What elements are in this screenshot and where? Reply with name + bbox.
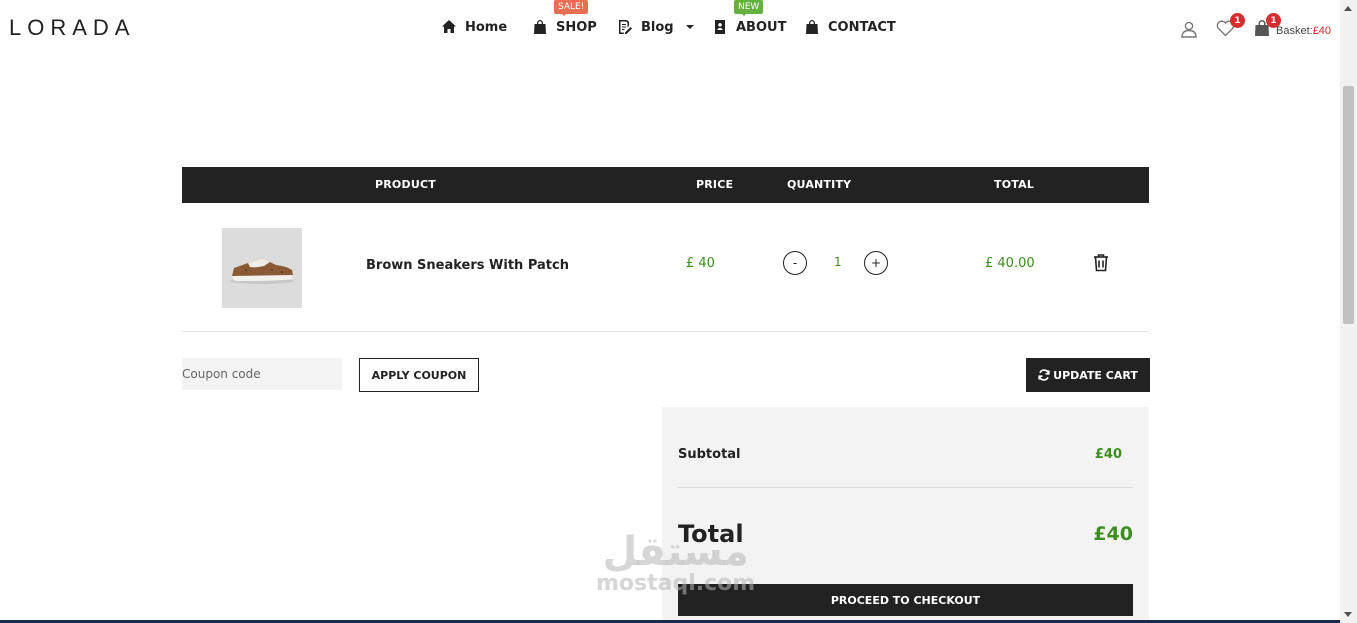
home-icon bbox=[442, 20, 456, 33]
nav-blog-label: Blog bbox=[641, 19, 674, 35]
new-badge: NEW bbox=[734, 0, 764, 16]
column-price: PRICE bbox=[696, 178, 734, 191]
product-thumbnail[interactable] bbox=[222, 228, 302, 308]
subtotal-label: Subtotal bbox=[678, 447, 741, 462]
scroll-up-arrow-icon[interactable] bbox=[1344, 6, 1352, 11]
user-icon bbox=[1181, 21, 1197, 38]
account-button[interactable] bbox=[1180, 20, 1198, 42]
product-name[interactable]: Brown Sneakers With Patch bbox=[366, 258, 569, 273]
wishlist-button[interactable]: 1 bbox=[1216, 13, 1245, 41]
page-scrollbar[interactable] bbox=[1340, 0, 1357, 623]
sale-badge: SALE! bbox=[554, 0, 589, 16]
scroll-down-arrow-icon[interactable] bbox=[1344, 612, 1352, 617]
update-cart-button[interactable]: UPDATE CART bbox=[1026, 358, 1150, 392]
nav-about[interactable]: NEW ABOUT bbox=[712, 0, 787, 35]
nav-home-label: Home bbox=[465, 19, 508, 35]
proceed-to-checkout-button[interactable]: PROCEED TO CHECKOUT bbox=[678, 584, 1133, 616]
blog-edit-icon bbox=[619, 20, 632, 34]
product-price: £ 40 bbox=[686, 256, 715, 271]
total-label: Total bbox=[678, 520, 744, 548]
basket-amount: £40 bbox=[1312, 25, 1332, 37]
update-cart-label: UPDATE CART bbox=[1053, 368, 1138, 382]
sneaker-image bbox=[230, 258, 294, 284]
nav-blog[interactable]: Blog bbox=[617, 19, 694, 35]
column-product: PRODUCT bbox=[375, 178, 436, 191]
chevron-down-icon bbox=[685, 25, 694, 29]
cart-item-row: Brown Sneakers With Patch £ 40 - 1 + £ 4… bbox=[182, 203, 1149, 332]
nav-shop[interactable]: SALE! SHOP bbox=[532, 0, 597, 35]
totals-divider bbox=[678, 487, 1133, 488]
basket-summary[interactable]: Basket:£40 bbox=[1276, 25, 1331, 37]
quantity-value[interactable]: 1 bbox=[834, 255, 842, 269]
quantity-decrease-button[interactable]: - bbox=[783, 251, 807, 275]
main-nav: Home SALE! SHOP Blog NEW ABOUT CONTACT bbox=[0, 0, 1357, 56]
nav-about-label: ABOUT bbox=[736, 19, 787, 35]
subtotal-value: £40 bbox=[1094, 447, 1122, 462]
basket-label: Basket: bbox=[1276, 25, 1313, 37]
wishlist-count-badge: 1 bbox=[1230, 13, 1245, 28]
shopping-bag-icon bbox=[806, 20, 818, 34]
apply-coupon-button[interactable]: APPLY COUPON bbox=[359, 358, 479, 392]
line-total: £ 40.00 bbox=[985, 256, 1035, 271]
total-value: £40 bbox=[1093, 523, 1133, 545]
nav-home[interactable]: Home bbox=[441, 19, 507, 35]
scroll-thumb[interactable] bbox=[1343, 86, 1354, 324]
contact-book-icon bbox=[715, 20, 725, 34]
cart-table-header: PRODUCT PRICE QUANTITY TOTAL bbox=[182, 167, 1149, 203]
cart-totals: Subtotal £40 Total £40 PROCEED TO CHECKO… bbox=[662, 407, 1149, 623]
trash-icon bbox=[1094, 254, 1108, 272]
basket-button[interactable]: 1 bbox=[1254, 13, 1281, 41]
quantity-increase-button[interactable]: + bbox=[864, 251, 888, 275]
nav-contact[interactable]: CONTACT bbox=[804, 19, 896, 35]
column-total: TOTAL bbox=[994, 178, 1035, 191]
nav-shop-label: SHOP bbox=[556, 19, 597, 35]
coupon-input[interactable] bbox=[182, 358, 342, 390]
nav-contact-label: CONTACT bbox=[828, 19, 896, 35]
remove-item-button[interactable] bbox=[1092, 253, 1110, 276]
refresh-icon bbox=[1038, 369, 1050, 381]
column-quantity: QUANTITY bbox=[787, 178, 852, 191]
shopping-bag-icon bbox=[534, 20, 546, 34]
